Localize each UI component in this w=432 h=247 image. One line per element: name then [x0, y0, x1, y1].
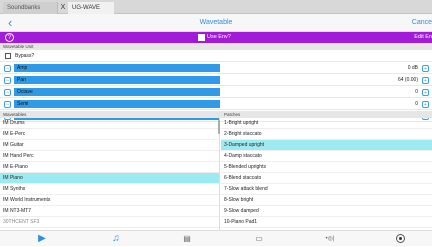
patch-list-item[interactable]: 8-Slow bright	[221, 195, 432, 206]
slider-value: 0 dB	[407, 65, 418, 71]
slider-options-icon[interactable]: −	[4, 89, 11, 96]
slider-track[interactable]: Octave	[14, 88, 220, 96]
cancel-button[interactable]: Cance	[412, 14, 432, 32]
slider-fill	[14, 88, 220, 96]
tab-strip: Soundbanks X UG-WAVE	[0, 0, 432, 14]
patch-list-item[interactable]: 1-Bright upright	[221, 118, 432, 129]
slider-fill	[14, 76, 220, 84]
slider-row-semi: − Semi 0 +	[0, 98, 432, 110]
wavetable-list-item[interactable]: IM Piano	[0, 173, 219, 184]
slider-fill	[14, 64, 220, 72]
slider-fill	[14, 100, 220, 108]
back-chevron-icon[interactable]: ‹	[8, 14, 12, 32]
play-icon[interactable]: ▶	[35, 231, 49, 247]
bottom-toolbar: ▶ ♫ ▤ ▭ •◎|	[0, 230, 432, 246]
bypass-checkbox[interactable]	[5, 53, 11, 59]
document-icon[interactable]: ▤	[180, 231, 194, 247]
edit-env-button[interactable]: Edit En	[414, 32, 432, 43]
wavetable-list-item[interactable]: IM Drums	[0, 118, 219, 129]
image-icon[interactable]: ▭	[252, 231, 266, 247]
tab-close-icon[interactable]: X	[59, 2, 67, 14]
wavetables-list[interactable]: IM Drums IM E-Perc IM Guitar IM Hand Perc IM…	[0, 118, 220, 230]
bypass-row[interactable]: Bypass?	[0, 50, 432, 62]
patch-list-item[interactable]: 2-Bright staccato	[221, 129, 432, 140]
help-icon[interactable]: ?	[5, 33, 14, 42]
wavetable-list-item[interactable]: IM Guitar	[0, 140, 219, 151]
slider-stepper-button[interactable]: +	[422, 101, 429, 108]
tab-soundbanks[interactable]: Soundbanks	[3, 2, 58, 14]
section-header-wavetable-unit: Wavetable Unit	[0, 43, 432, 50]
patches-header: Patches	[224, 112, 241, 117]
record-icon[interactable]	[394, 231, 408, 247]
patch-list-item[interactable]: 7-Slow attack blend	[221, 184, 432, 195]
patch-list-item[interactable]: 10-Piano Pad1	[221, 217, 432, 228]
slider-row-octave: − Octave 0 +	[0, 86, 432, 98]
slider-label: Amp	[17, 65, 28, 71]
use-env-label: Use Env?	[207, 34, 231, 40]
lists-header: Wavetables Patches	[0, 111, 432, 118]
slider-stepper-button[interactable]: +	[422, 65, 429, 72]
bypass-label: Bypass?	[15, 53, 35, 59]
slider-value: 64 (0.00)	[397, 77, 418, 83]
wavetable-list-item[interactable]: IM World Instruments	[0, 195, 219, 206]
wavetable-list-item[interactable]: IM Synths	[0, 184, 219, 195]
slider-label: Semi	[17, 101, 29, 107]
slider-label: Pan	[17, 77, 26, 83]
wavetables-header: Wavetables	[3, 112, 27, 117]
slider-options-icon[interactable]: −	[4, 101, 11, 108]
slider-row-amp: − Amp 0 dB +	[0, 62, 432, 74]
envelope-bar: ? Use Env? Edit En	[0, 32, 432, 43]
wavetables-scrollbar[interactable]	[218, 120, 220, 134]
tab-ug-wave[interactable]: UG-WAVE	[68, 2, 114, 14]
midi-icon[interactable]: •◎|	[321, 231, 339, 247]
slider-row-pan: − Pan 64 (0.00) +	[0, 74, 432, 86]
patch-list-item[interactable]: 6-Blend staccato	[221, 173, 432, 184]
slider-value: 0	[415, 89, 418, 95]
slider-stepper-button[interactable]: +	[422, 77, 429, 84]
record-dot	[399, 237, 402, 240]
nav-bar: Wavetable ‹ Cance	[0, 14, 432, 32]
slider-value: 0	[415, 101, 418, 107]
wavetable-list-item[interactable]: IM E-Piano	[0, 162, 219, 173]
patch-list-item[interactable]: 4-Damp staccato	[221, 151, 432, 162]
slider-label: Octave	[17, 89, 33, 95]
wavetable-list-item[interactable]: 30THCENT SF3	[0, 217, 219, 228]
slider-track[interactable]: Pan	[14, 76, 220, 84]
patches-list[interactable]: 1-Bright upright 2-Bright staccato 3-Dampe…	[221, 118, 432, 230]
wavetable-list-item[interactable]: IM E-Perc	[0, 129, 219, 140]
music-note-icon[interactable]: ♫	[109, 231, 123, 247]
slider-track[interactable]: Semi	[14, 100, 220, 108]
patch-list-item[interactable]: 9-Slow damped	[221, 206, 432, 217]
slider-stepper-button[interactable]: +	[422, 89, 429, 96]
slider-options-icon[interactable]: −	[4, 77, 11, 84]
page-title: Wavetable	[199, 19, 233, 26]
slider-track[interactable]: Amp	[14, 64, 220, 72]
use-env-checkbox[interactable]	[198, 34, 205, 41]
wavetable-list-item[interactable]: IM Hand Perc	[0, 151, 219, 162]
patch-list-item[interactable]: 5-Blended uprights	[221, 162, 432, 173]
patch-list-item[interactable]: 3-Damped upright	[221, 140, 432, 151]
wavetable-list-item[interactable]: IM NT3-MT7	[0, 206, 219, 217]
slider-options-icon[interactable]: −	[4, 65, 11, 72]
